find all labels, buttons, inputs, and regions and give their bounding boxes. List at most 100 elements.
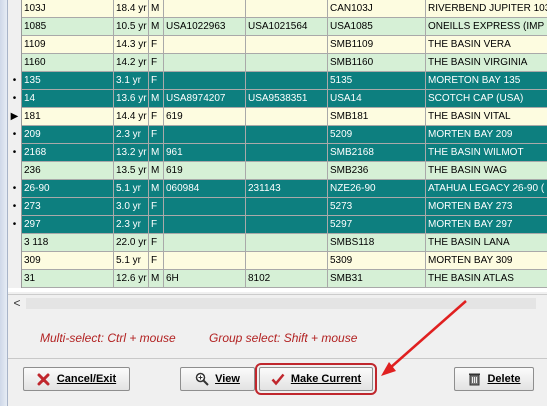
table-cell[interactable]: 14.3 yr: [114, 36, 149, 54]
table-cell[interactable]: USA1022963: [164, 18, 246, 36]
row-indicator[interactable]: [8, 252, 22, 270]
table-cell[interactable]: ONEILLS EXPRESS (IMP US: [426, 18, 547, 36]
table-row[interactable]: • 297 2.3 yr F 5297 MORTEN BAY 297: [8, 216, 547, 234]
table-cell[interactable]: M: [149, 270, 164, 288]
table-cell[interactable]: 297: [22, 216, 114, 234]
table-cell[interactable]: [246, 0, 328, 18]
table-cell[interactable]: SMB1160: [328, 54, 426, 72]
table-cell[interactable]: [246, 126, 328, 144]
table-cell[interactable]: [246, 144, 328, 162]
table-cell[interactable]: F: [149, 36, 164, 54]
table-row[interactable]: 236 13.5 yr M 619 SMB236 THE BASIN WAG: [8, 162, 547, 180]
table-cell[interactable]: 5273: [328, 198, 426, 216]
table-cell[interactable]: SMB1109: [328, 36, 426, 54]
table-cell[interactable]: 1085: [22, 18, 114, 36]
table-cell[interactable]: 619: [164, 108, 246, 126]
table-cell[interactable]: 3.0 yr: [114, 198, 149, 216]
table-cell[interactable]: 5.1 yr: [114, 252, 149, 270]
table-cell[interactable]: 5135: [328, 72, 426, 90]
table-cell[interactable]: F: [149, 126, 164, 144]
table-cell[interactable]: MORETON BAY 135: [426, 72, 547, 90]
animal-grid[interactable]: 103J 18.4 yr M CAN103J RIVERBEND JUPITER 103…: [8, 0, 547, 292]
selected-row-indicator-icon[interactable]: •: [8, 126, 22, 144]
table-cell[interactable]: [164, 72, 246, 90]
table-cell[interactable]: M: [149, 162, 164, 180]
table-row[interactable]: • 273 3.0 yr F 5273 MORTEN BAY 273: [8, 198, 547, 216]
table-cell[interactable]: 309: [22, 252, 114, 270]
table-cell[interactable]: 13.5 yr: [114, 162, 149, 180]
table-cell[interactable]: 209: [22, 126, 114, 144]
table-cell[interactable]: 26-90: [22, 180, 114, 198]
table-row[interactable]: 1160 14.2 yr F SMB1160 THE BASIN VIRGINIA: [8, 54, 547, 72]
table-cell[interactable]: USA14: [328, 90, 426, 108]
horizontal-scrollbar[interactable]: <: [8, 294, 547, 311]
table-cell[interactable]: THE BASIN VERA: [426, 36, 547, 54]
row-indicator[interactable]: [8, 0, 22, 18]
table-cell[interactable]: THE BASIN VITAL: [426, 108, 547, 126]
table-cell[interactable]: 1109: [22, 36, 114, 54]
table-cell[interactable]: F: [149, 234, 164, 252]
table-row[interactable]: 309 5.1 yr F 5309 MORTEN BAY 309: [8, 252, 547, 270]
table-cell[interactable]: 5209: [328, 126, 426, 144]
table-cell[interactable]: M: [149, 144, 164, 162]
table-cell[interactable]: USA1021564: [246, 18, 328, 36]
table-cell[interactable]: M: [149, 0, 164, 18]
table-cell[interactable]: [246, 234, 328, 252]
table-cell[interactable]: MORTEN BAY 209: [426, 126, 547, 144]
table-cell[interactable]: SMBS118: [328, 234, 426, 252]
table-cell[interactable]: MORTEN BAY 297: [426, 216, 547, 234]
row-indicator[interactable]: [8, 234, 22, 252]
table-cell[interactable]: 22.0 yr: [114, 234, 149, 252]
table-cell[interactable]: [164, 234, 246, 252]
delete-button[interactable]: Delete: [454, 367, 534, 391]
row-indicator[interactable]: [8, 18, 22, 36]
table-cell[interactable]: 3.1 yr: [114, 72, 149, 90]
row-indicator[interactable]: [8, 54, 22, 72]
table-cell[interactable]: 14.2 yr: [114, 54, 149, 72]
row-indicator[interactable]: [8, 162, 22, 180]
table-cell[interactable]: [246, 72, 328, 90]
table-cell[interactable]: M: [149, 180, 164, 198]
table-cell[interactable]: 273: [22, 198, 114, 216]
selected-row-indicator-icon[interactable]: •: [8, 72, 22, 90]
table-cell[interactable]: THE BASIN ATLAS: [426, 270, 547, 288]
table-row[interactable]: • 26-90 5.1 yr M 060984 231143 NZE26-90 ATAHUA …: [8, 180, 547, 198]
table-cell[interactable]: SMB181: [328, 108, 426, 126]
table-row[interactable]: 1085 10.5 yr M USA1022963 USA1021564 USA1085 O…: [8, 18, 547, 36]
scrollbar-track[interactable]: [26, 298, 536, 309]
table-cell[interactable]: 5297: [328, 216, 426, 234]
table-row[interactable]: • 135 3.1 yr F 5135 MORETON BAY 135: [8, 72, 547, 90]
table-cell[interactable]: M: [149, 90, 164, 108]
table-cell[interactable]: 619: [164, 162, 246, 180]
table-cell[interactable]: [246, 252, 328, 270]
table-cell[interactable]: 10.5 yr: [114, 18, 149, 36]
table-cell[interactable]: [246, 162, 328, 180]
table-cell[interactable]: 31: [22, 270, 114, 288]
table-cell[interactable]: [164, 54, 246, 72]
table-cell[interactable]: [246, 108, 328, 126]
table-cell[interactable]: USA1085: [328, 18, 426, 36]
table-cell[interactable]: 231143: [246, 180, 328, 198]
scroll-left-arrow-icon[interactable]: <: [10, 295, 24, 312]
table-cell[interactable]: [246, 216, 328, 234]
table-cell[interactable]: 181: [22, 108, 114, 126]
selected-row-indicator-icon[interactable]: •: [8, 180, 22, 198]
table-cell[interactable]: 5.1 yr: [114, 180, 149, 198]
cancel-exit-button[interactable]: Cancel/Exit: [23, 367, 130, 391]
table-cell[interactable]: 14: [22, 90, 114, 108]
table-cell[interactable]: 961: [164, 144, 246, 162]
row-indicator[interactable]: [8, 36, 22, 54]
table-row[interactable]: • 209 2.3 yr F 5209 MORTEN BAY 209: [8, 126, 547, 144]
table-cell[interactable]: F: [149, 54, 164, 72]
table-cell[interactable]: SMB31: [328, 270, 426, 288]
table-cell[interactable]: THE BASIN VIRGINIA: [426, 54, 547, 72]
table-cell[interactable]: 14.4 yr: [114, 108, 149, 126]
table-row[interactable]: ▶ 181 14.4 yr F 619 SMB181 THE BASIN VITAL: [8, 108, 547, 126]
table-cell[interactable]: 13.2 yr: [114, 144, 149, 162]
table-row[interactable]: 103J 18.4 yr M CAN103J RIVERBEND JUPITER 103…: [8, 0, 547, 18]
table-cell[interactable]: 2.3 yr: [114, 126, 149, 144]
table-cell[interactable]: F: [149, 198, 164, 216]
make-current-button[interactable]: Make Current: [255, 363, 377, 395]
row-indicator[interactable]: [8, 270, 22, 288]
table-cell[interactable]: 103J: [22, 0, 114, 18]
